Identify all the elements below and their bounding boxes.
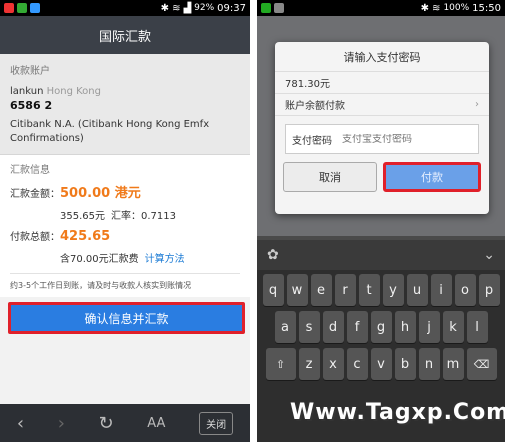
signal-icon: ▟ [183, 2, 192, 14]
right-screen: ✱ ≋ 100% 15:50 请输入支付密码 781.30元 账户余额付款 › … [257, 0, 505, 442]
left-screen: ✱ ≋ ▟ 92% 09:37 国际汇款 收款账户 lankun Hong Ko… [0, 0, 250, 442]
password-field[interactable]: 支付密码 [285, 124, 479, 154]
key-n[interactable]: n [418, 348, 440, 380]
key-q[interactable]: q [262, 274, 284, 306]
key-g[interactable]: g [370, 311, 392, 343]
wifi-icon: ≋ [432, 2, 441, 14]
key-y[interactable]: y [382, 274, 404, 306]
app-icon [17, 3, 27, 13]
keyboard-row: asdfghjkl [259, 311, 503, 343]
key-d[interactable]: d [322, 311, 344, 343]
app-icon [30, 3, 40, 13]
pay-method-row[interactable]: 账户余额付款 › [275, 94, 489, 116]
key-j[interactable]: j [418, 311, 440, 343]
key-r[interactable]: r [334, 274, 356, 306]
status-bar: ✱ ≋ ▟ 92% 09:37 [0, 0, 250, 16]
bluetooth-icon: ✱ [420, 2, 430, 14]
amount-label: 汇款金额： [10, 189, 60, 200]
clock: 15:50 [472, 2, 501, 14]
key-c[interactable]: c [346, 348, 368, 380]
total-label: 付款总额： [10, 232, 60, 243]
notice-text: 约3-5个工作日到账，请及时与收款人核实到账情况 [10, 273, 240, 291]
info-section: 汇款信息 汇款金额： 500.00 港元 355.65元 汇率：0.7113 付… [0, 155, 250, 297]
backspace-key[interactable]: ⌫ [466, 348, 497, 380]
confirm-remit-button[interactable]: 确认信息并汇款 [8, 302, 245, 334]
chevron-down-icon[interactable]: ⌄ [483, 247, 495, 263]
key-m[interactable]: m [442, 348, 464, 380]
watermark: Www.Tagxp.Com [290, 400, 505, 425]
payee-account: 6586 2 [10, 99, 53, 112]
refresh-icon[interactable]: ↻ [99, 413, 114, 434]
cancel-button[interactable]: 取消 [283, 162, 377, 192]
key-z[interactable]: z [298, 348, 320, 380]
amount-value: 500.00 港元 [60, 186, 141, 201]
payment-password-dialog: 请输入支付密码 781.30元 账户余额付款 › 支付密码 取消 付款 [275, 42, 489, 214]
key-b[interactable]: b [394, 348, 416, 380]
payee-section: 收款账户 lankun Hong Kong 6586 2 Citibank N.… [0, 54, 250, 155]
key-o[interactable]: o [454, 274, 476, 306]
key-i[interactable]: i [430, 274, 452, 306]
forward-icon[interactable]: › [58, 413, 65, 434]
key-s[interactable]: s [298, 311, 320, 343]
payee-label: 收款账户 [10, 66, 50, 77]
app-icon [4, 3, 14, 13]
fee-text: 含70.00元汇款费 [60, 254, 139, 265]
password-input[interactable] [342, 133, 462, 145]
usb-icon [274, 3, 284, 13]
keyboard-toolbar: ✿ ⌄ [257, 240, 505, 270]
key-p[interactable]: p [478, 274, 500, 306]
page-title: 国际汇款 [0, 16, 250, 54]
pay-method-label: 账户余额付款 [285, 101, 345, 112]
info-label: 汇款信息 [10, 165, 50, 176]
key-l[interactable]: l [466, 311, 488, 343]
key-h[interactable]: h [394, 311, 416, 343]
font-size-icon[interactable]: AA [147, 416, 165, 431]
chevron-right-icon: › [475, 99, 479, 110]
total-value: 425.65 [60, 229, 111, 244]
converted-amount: 355.65元 [60, 211, 105, 222]
key-e[interactable]: e [310, 274, 332, 306]
calc-method-link[interactable]: 计算方法 [145, 250, 185, 265]
key-v[interactable]: v [370, 348, 392, 380]
keyboard-row: ⇧ z x c v b n m ⌫ [259, 348, 503, 380]
settings-icon[interactable]: ✿ [267, 247, 279, 263]
status-bar: ✱ ≋ 100% 15:50 [257, 0, 505, 16]
password-label: 支付密码 [292, 135, 332, 147]
divider [250, 0, 257, 442]
clock: 09:37 [217, 2, 246, 14]
browser-toolbar: ‹ › ↻ AA 关闭 [0, 404, 250, 442]
shift-key[interactable]: ⇧ [265, 348, 296, 380]
payee-region: Hong Kong [46, 86, 101, 97]
bluetooth-icon: ✱ [160, 2, 170, 14]
bank-name: Citibank N.A. (Citibank Hong Kong Emfx C… [10, 119, 210, 144]
key-a[interactable]: a [274, 311, 296, 343]
dialog-title: 请输入支付密码 [275, 42, 489, 72]
key-w[interactable]: w [286, 274, 308, 306]
payee-name: lankun [10, 86, 44, 97]
close-button[interactable]: 关闭 [199, 411, 234, 435]
battery-level: 92% [194, 3, 215, 13]
key-x[interactable]: x [322, 348, 344, 380]
exchange-rate: 汇率：0.7113 [111, 211, 176, 222]
key-u[interactable]: u [406, 274, 428, 306]
battery-level: 100% [443, 3, 470, 13]
pay-amount: 781.30元 [275, 72, 489, 94]
wifi-icon: ≋ [172, 2, 181, 14]
app-icon [261, 3, 271, 13]
pay-button[interactable]: 付款 [383, 162, 481, 192]
key-k[interactable]: k [442, 311, 464, 343]
keyboard-row: qwertyuiop [259, 274, 503, 306]
key-t[interactable]: t [358, 274, 380, 306]
key-f[interactable]: f [346, 311, 368, 343]
back-icon[interactable]: ‹ [17, 413, 24, 434]
